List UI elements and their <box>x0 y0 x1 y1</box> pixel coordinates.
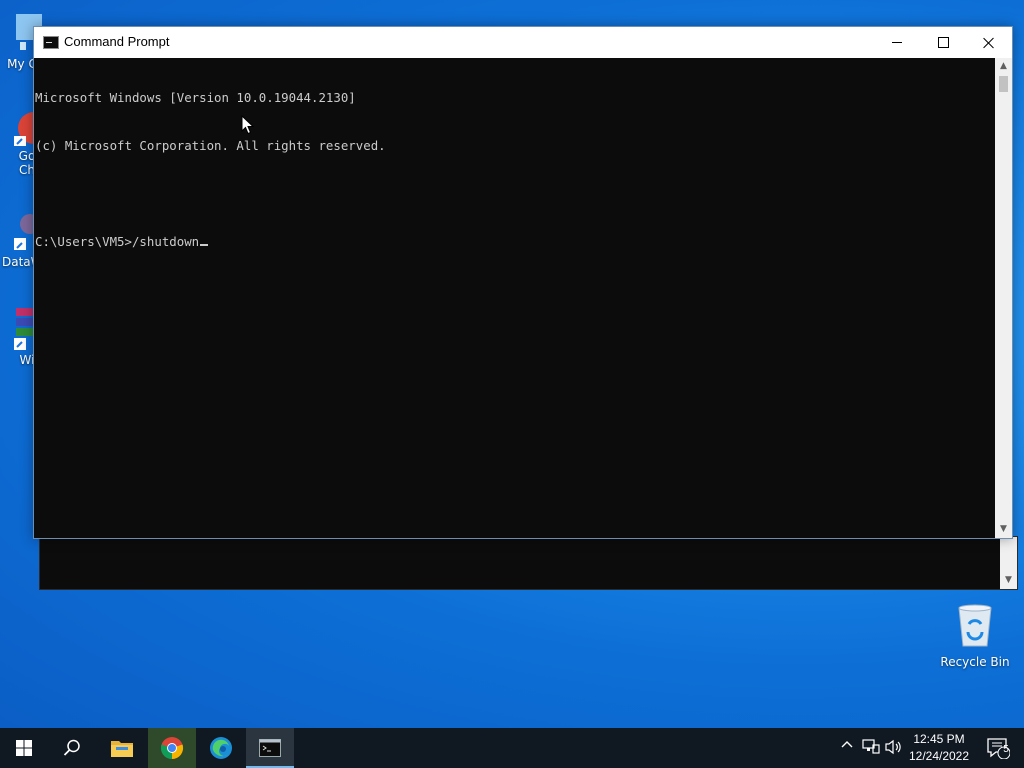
mouse-pointer-icon <box>241 115 255 135</box>
text-cursor <box>200 244 209 246</box>
chrome-icon <box>160 737 184 760</box>
taskbar-edge[interactable] <box>197 728 245 768</box>
close-button[interactable] <box>966 27 1012 58</box>
maximize-icon <box>937 37 949 48</box>
clock-date: 12/24/2022 <box>908 749 970 763</box>
taskbar-command-prompt[interactable] <box>246 728 294 768</box>
taskbar-file-explorer[interactable] <box>98 728 146 768</box>
console-line: (c) Microsoft Corporation. All rights re… <box>35 138 386 153</box>
taskbar-clock[interactable]: 12:45 PM 12/24/2022 <box>904 731 974 765</box>
scroll-down-icon[interactable]: ▼ <box>1000 575 1017 585</box>
console-line: Microsoft Windows [Version 10.0.19044.21… <box>35 90 356 105</box>
vertical-scrollbar[interactable]: ▲ ▼ <box>995 58 1012 538</box>
taskbar: 12:45 PM 12/24/2022 5 <box>0 728 1024 768</box>
minimize-button[interactable] <box>874 27 920 58</box>
command-prompt-icon <box>43 36 59 49</box>
command-prompt-window[interactable]: Command Prompt Microsoft Windows [Versio… <box>33 26 1013 539</box>
volume-icon[interactable] <box>885 739 903 759</box>
scroll-down-icon[interactable]: ▼ <box>995 521 1012 538</box>
scroll-up-icon[interactable]: ▲ <box>995 58 1012 75</box>
start-button[interactable] <box>0 728 48 768</box>
taskbar-chrome[interactable] <box>148 728 196 768</box>
network-icon[interactable] <box>862 739 880 759</box>
notification-badge: 5 <box>1003 744 1009 755</box>
maximize-button[interactable] <box>920 27 966 58</box>
window-titlebar[interactable]: Command Prompt <box>34 27 1012 58</box>
search-button[interactable] <box>48 728 96 768</box>
desktop-icon-label: Recycle Bin <box>940 655 1010 669</box>
edge-icon <box>210 737 232 759</box>
chevron-up-icon[interactable] <box>840 738 854 756</box>
command-prompt-icon <box>259 739 281 757</box>
background-window[interactable]: ▼ <box>39 536 1018 590</box>
search-icon <box>63 739 80 756</box>
background-window-scrollbar[interactable]: ▼ <box>1000 537 1017 589</box>
close-icon <box>983 37 995 49</box>
file-explorer-icon <box>111 741 133 757</box>
window-title: Command Prompt <box>64 34 170 49</box>
action-center-button[interactable]: 5 <box>978 728 1018 768</box>
start-icon <box>16 740 32 756</box>
console-output[interactable]: Microsoft Windows [Version 10.0.19044.21… <box>34 58 995 538</box>
scrollbar-thumb[interactable] <box>999 76 1008 92</box>
console-prompt-line[interactable]: C:\Users\VM5>/shutdown <box>34 234 995 250</box>
desktop-icon-recycle-bin[interactable]: Recycle Bin <box>940 602 1010 669</box>
clock-time: 12:45 PM <box>913 732 965 746</box>
recycle-bin-icon <box>958 604 992 647</box>
console-command: C:\Users\VM5>/shutdown <box>35 234 200 249</box>
minimize-icon <box>892 42 902 43</box>
desktop: My C Go Ch DataW Wi Recycle Bin ▼ Comman… <box>0 0 1024 728</box>
